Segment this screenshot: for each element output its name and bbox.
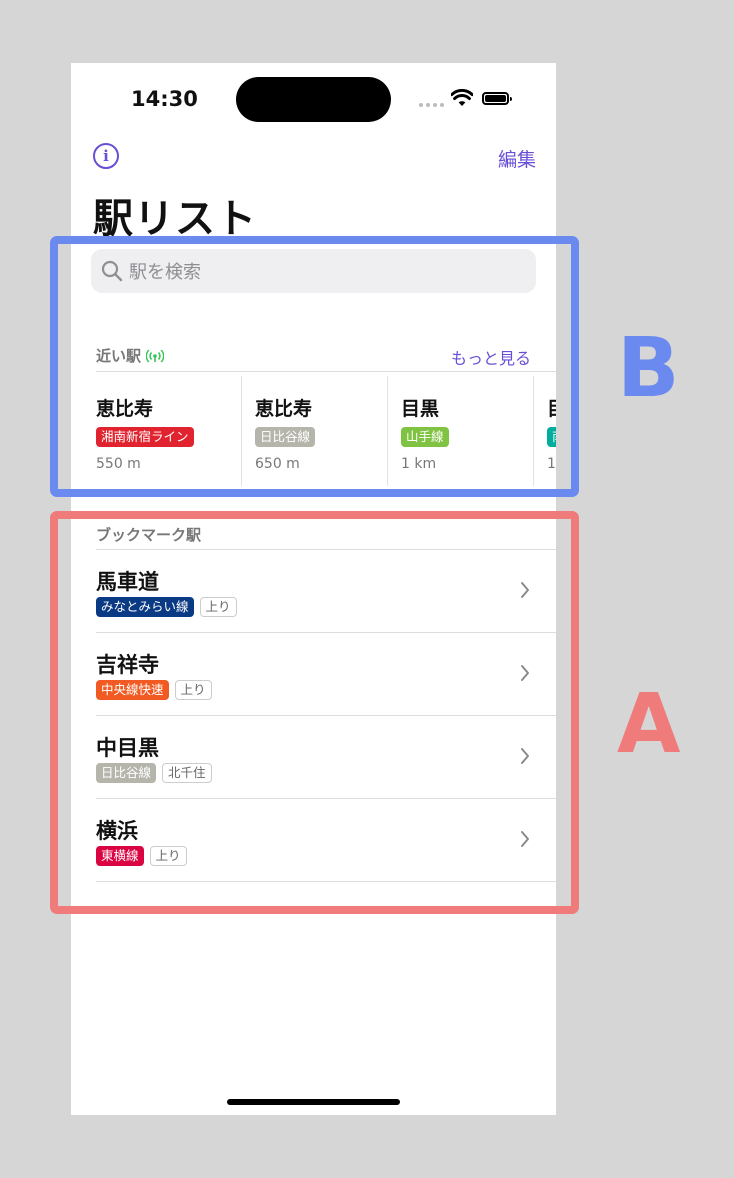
annotation-box-a — [50, 511, 579, 914]
signal-icon — [419, 103, 444, 107]
wifi-icon — [451, 89, 473, 106]
edit-button[interactable]: 編集 — [498, 145, 536, 172]
home-indicator[interactable] — [227, 1099, 400, 1105]
annotation-label-a: A — [617, 677, 681, 772]
info-glyph: i — [103, 147, 109, 165]
battery-icon — [482, 92, 512, 105]
annotation-box-b — [50, 236, 579, 497]
annotation-label-b: B — [617, 321, 680, 416]
info-icon[interactable]: i — [93, 143, 119, 169]
status-time: 14:30 — [131, 87, 198, 111]
dynamic-island — [236, 77, 391, 122]
